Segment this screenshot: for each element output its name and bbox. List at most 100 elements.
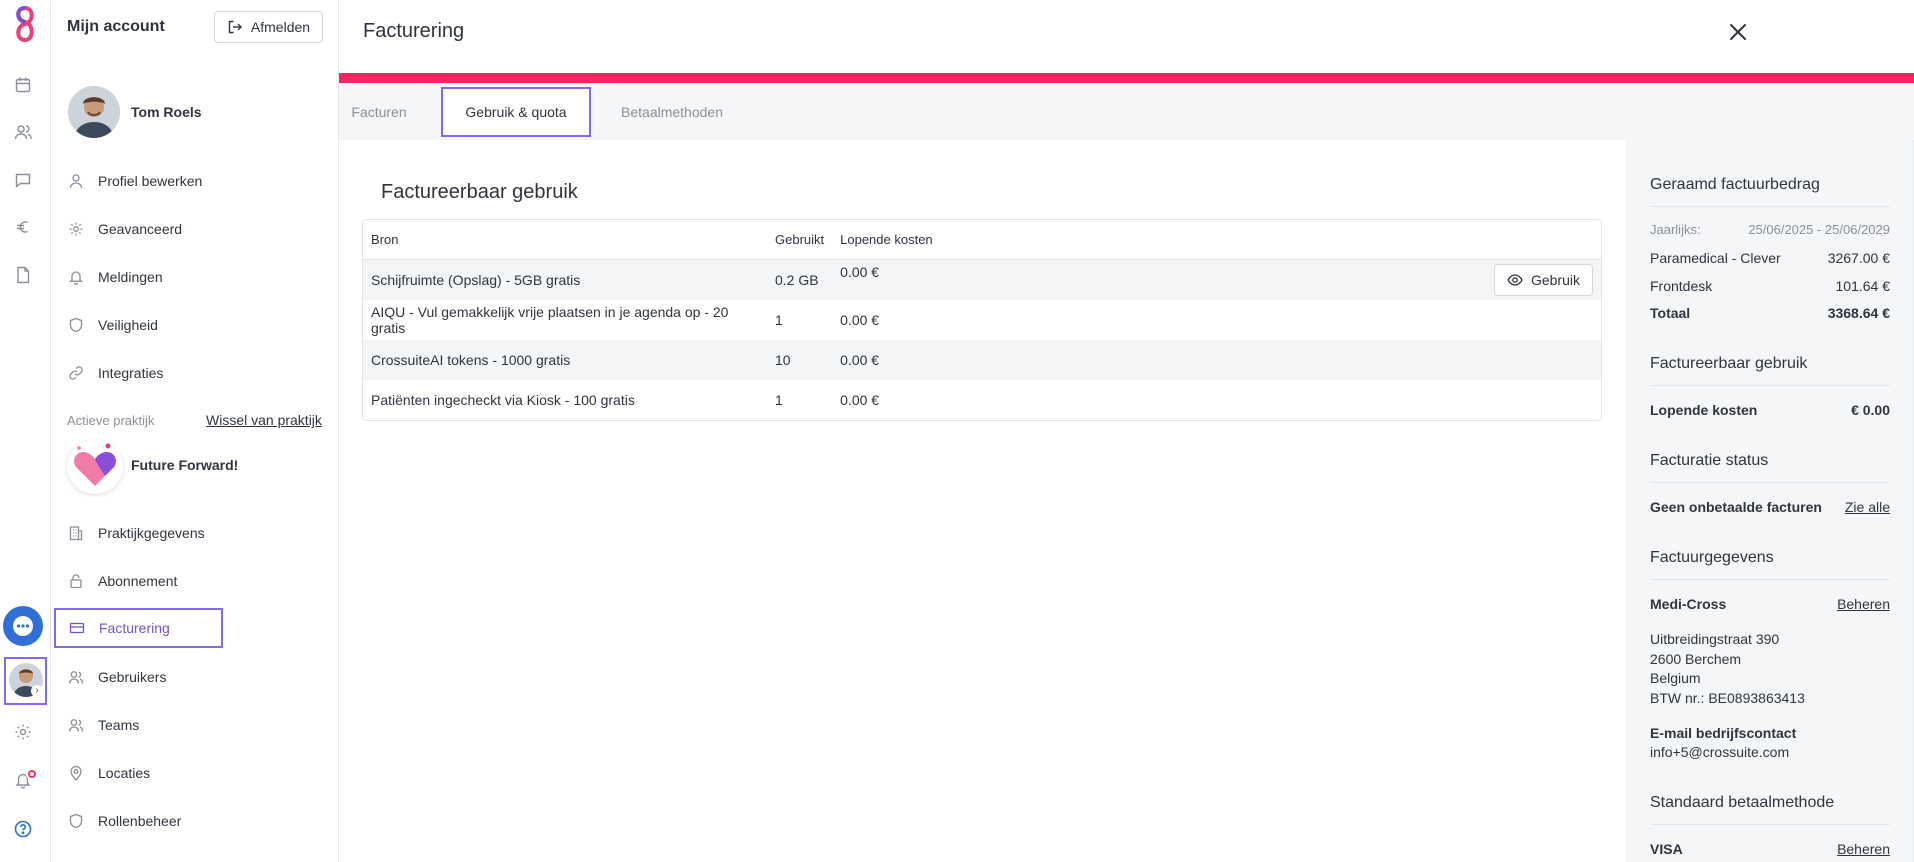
euro-icon[interactable] [14, 218, 32, 236]
period-value: 25/06/2025 - 25/06/2029 [1748, 222, 1890, 237]
user-avatar-toggle[interactable]: › [4, 657, 47, 705]
settings-icon[interactable] [14, 723, 32, 741]
address-block: Uitbreidingstraat 390 2600 Berchem Belgi… [1650, 630, 1890, 708]
menu-item-billing[interactable]: Facturering [54, 608, 223, 648]
chat-bubble-icon [13, 616, 33, 636]
cell-used: 0.2 GB [767, 260, 833, 300]
manage-billing-details-link[interactable]: Beheren [1837, 596, 1890, 612]
table-row: Patiënten ingecheckt via Kiosk - 100 gra… [363, 380, 1601, 420]
close-button[interactable] [1726, 20, 1750, 44]
bell-icon [69, 271, 83, 285]
lock-icon [70, 574, 82, 589]
link-icon [69, 366, 83, 380]
location-icon [70, 765, 82, 781]
billing-status-row: Geen onbetaalde facturen Zie alle [1650, 499, 1890, 515]
cell-used: 1 [775, 312, 783, 328]
accent-bar [339, 73, 1914, 83]
menu-item-notifications[interactable]: Meldingen [64, 257, 314, 297]
running-costs-label: Lopende kosten [1650, 402, 1758, 418]
menu-item-label: Veiligheid [98, 317, 158, 333]
total-label: Totaal [1650, 305, 1691, 321]
building-icon [69, 526, 83, 541]
line-item-value: 3267.00 € [1827, 250, 1890, 266]
table-header-row: Bron Gebruikt Lopende kosten [363, 220, 1601, 260]
menu-item-subscription[interactable]: Abonnement [64, 561, 314, 601]
logout-icon [228, 20, 242, 34]
menu-item-locations[interactable]: Locaties [64, 753, 314, 793]
cell-cost: 0.00 € [840, 264, 880, 280]
notification-badge [26, 768, 38, 780]
see-all-invoices-link[interactable]: Zie alle [1845, 499, 1890, 515]
eye-icon [1507, 274, 1523, 286]
billing-details-title: Factuurgegevens [1650, 549, 1890, 580]
tab-usage-quota[interactable]: Gebruik & quota [441, 87, 591, 137]
total-value: 3368.64 € [1827, 305, 1890, 321]
menu-item-label: Abonnement [98, 573, 178, 589]
switch-practice-link[interactable]: Wissel van praktijk [206, 412, 322, 428]
section-title: Factureerbaar gebruik [381, 181, 578, 203]
menu-item-roles[interactable]: Rollenbeheer [64, 801, 314, 841]
total-row: Totaal 3368.64 € [1650, 305, 1890, 321]
company-name: Medi-Cross [1650, 596, 1727, 612]
menu-item-label: Integraties [98, 365, 164, 381]
menu-item-teams[interactable]: Teams [64, 705, 314, 745]
usage-content: Factureerbaar gebruik Bron Gebruikt Lope… [339, 140, 1626, 862]
menu-item-integrations[interactable]: Integraties [64, 353, 314, 393]
menu-item-users[interactable]: Gebruikers [64, 657, 314, 697]
menu-item-label: Rollenbeheer [98, 813, 182, 829]
practice-name: Future Forward! [131, 457, 239, 473]
table-row: CrossuiteAI tokens - 1000 gratis 10 0.00… [363, 340, 1601, 380]
calendar-icon[interactable] [14, 76, 32, 94]
running-costs-row: Lopende kosten € 0.00 [1650, 402, 1890, 418]
line-item-row: Paramedical - Clever 3267.00 € [1650, 250, 1890, 266]
document-icon[interactable] [14, 266, 32, 284]
line-item-label: Paramedical - Clever [1650, 250, 1781, 266]
vat-number: BTW nr.: BE0893863413 [1650, 689, 1805, 706]
menu-item-practice-details[interactable]: Praktijkgegevens [64, 513, 314, 553]
tab-invoices[interactable]: Facturen [347, 87, 411, 137]
menu-item-advanced[interactable]: Geavanceerd [64, 209, 314, 249]
avatar [68, 86, 120, 138]
users-icon [68, 671, 84, 684]
company-email-label: E-mail bedrijfscontact [1650, 725, 1797, 741]
people-icon[interactable] [14, 123, 32, 141]
table-row: AIQU - Vul gemakkelijk vrije plaatsen in… [363, 300, 1601, 340]
menu-item-label: Profiel bewerken [98, 173, 203, 189]
close-icon [1730, 24, 1746, 40]
menu-item-label: Gebruikers [98, 669, 167, 685]
icon-rail: › [0, 0, 51, 862]
view-usage-button[interactable]: Gebruik [1493, 264, 1593, 296]
team-icon [68, 719, 84, 732]
billing-status-text: Geen onbetaalde facturen [1650, 499, 1822, 515]
line-item-row: Frontdesk 101.64 € [1650, 278, 1890, 294]
address-line: 2600 Berchem [1650, 650, 1742, 667]
estimate-title: Geraamd factuurbedrag [1650, 176, 1890, 207]
chat-support-button[interactable] [3, 606, 43, 646]
tab-payment-methods[interactable]: Betaalmethoden [607, 87, 737, 137]
shield-icon [69, 813, 83, 829]
manage-payment-link[interactable]: Beheren [1837, 841, 1890, 857]
cell-used: 10 [767, 340, 833, 380]
column-header-cost: Lopende kosten [832, 220, 1601, 260]
chat-icon[interactable] [14, 171, 32, 189]
menu-item-label: Locaties [98, 765, 151, 781]
help-icon[interactable] [14, 820, 32, 838]
cell-cost: 0.00 € [840, 312, 880, 328]
line-item-value: 101.64 € [1835, 278, 1891, 294]
usage-summary-title: Factureerbaar gebruik [1650, 355, 1890, 386]
payment-method-name: VISA [1650, 841, 1683, 857]
billing-status-title: Facturatie status [1650, 452, 1890, 483]
cell-source: Schijfruimte (Opslag) - 5GB gratis [363, 260, 767, 300]
company-email: info+5@crossuite.com [1650, 744, 1790, 760]
menu-item-security[interactable]: Veiligheid [64, 305, 314, 345]
column-header-source: Bron [363, 220, 767, 260]
menu-item-profile[interactable]: Profiel bewerken [64, 161, 314, 201]
account-title: Mijn account [67, 18, 165, 35]
line-item-label: Frontdesk [1650, 278, 1713, 294]
menu-item-label: Praktijkgegevens [98, 525, 205, 541]
logout-button[interactable]: Afmelden [214, 11, 323, 43]
app-logo-icon[interactable] [8, 4, 42, 48]
chevron-right-icon: › [31, 685, 43, 697]
menu-item-label: Geavanceerd [98, 221, 183, 237]
shield-icon [69, 317, 83, 333]
